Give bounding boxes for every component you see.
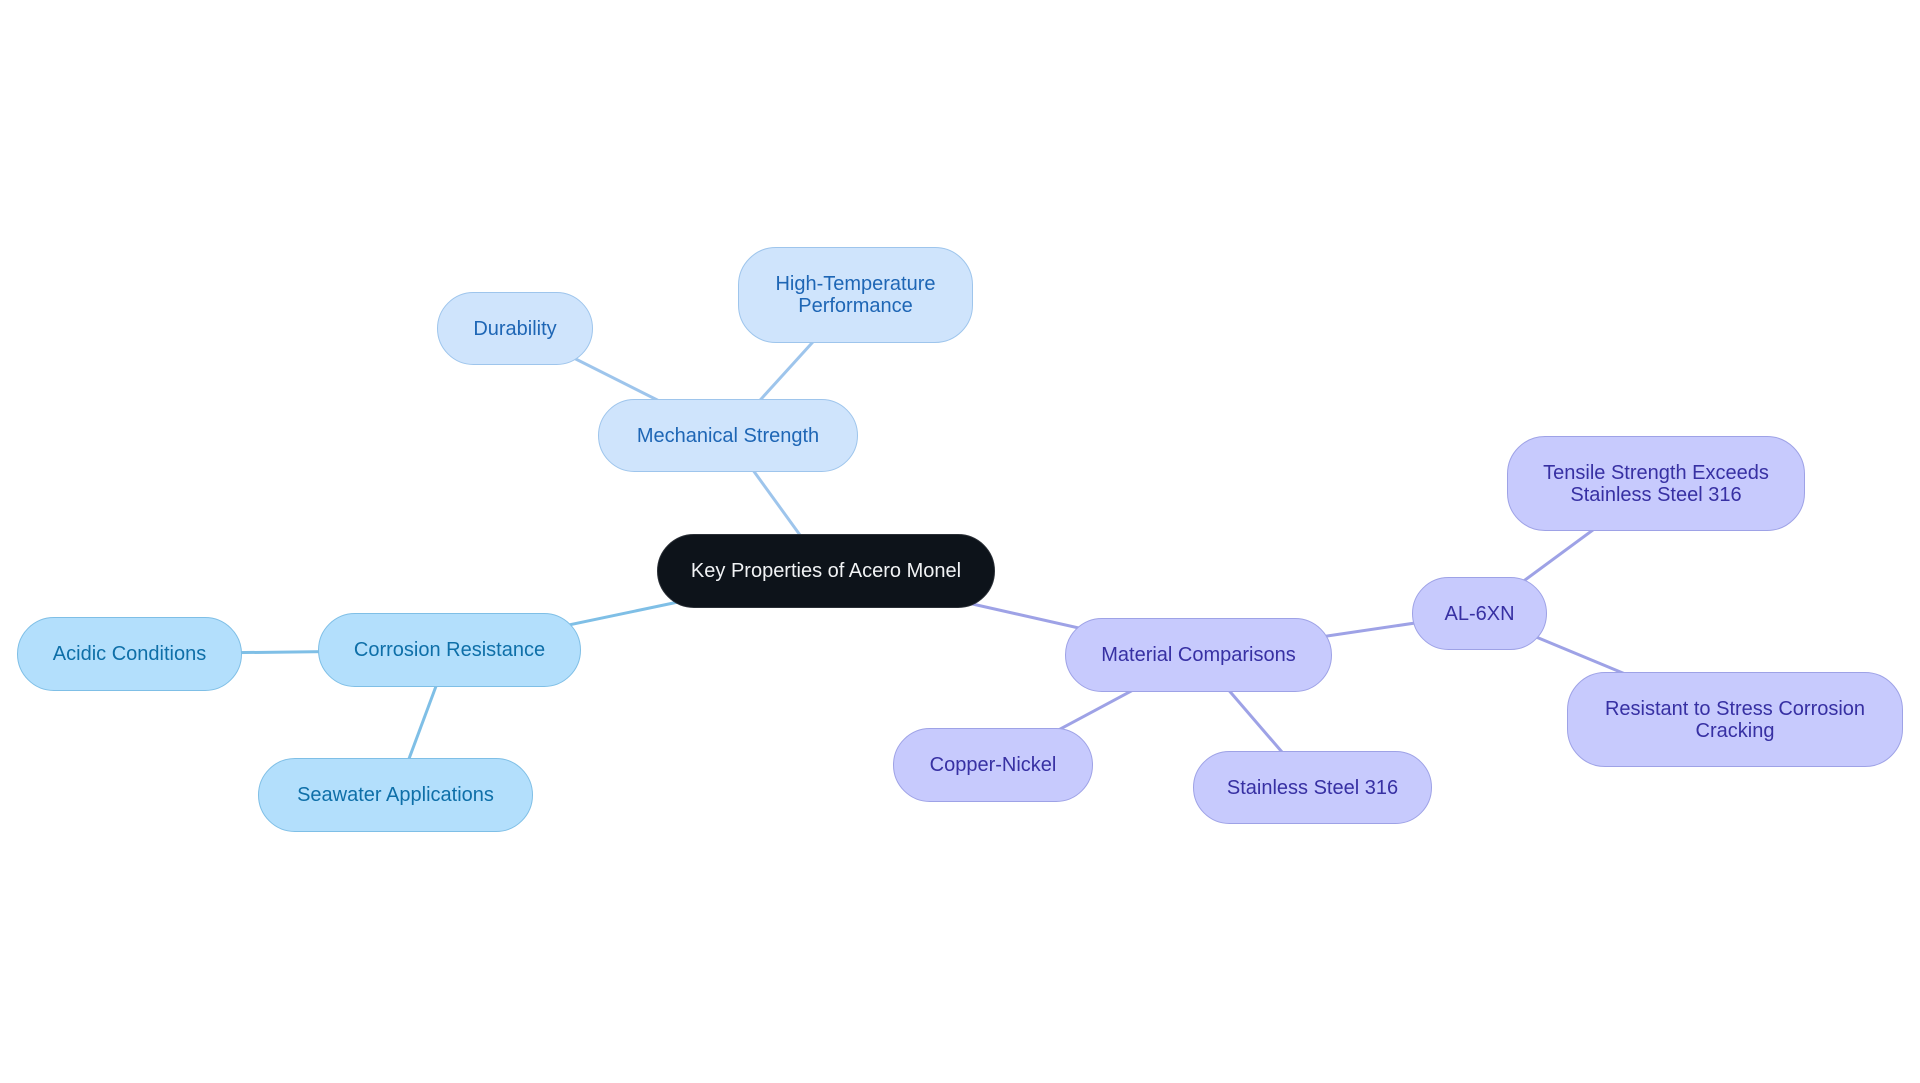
node-label: AL-6XN <box>1444 602 1515 625</box>
node-material-comparisons[interactable]: Material Comparisons <box>1065 618 1332 692</box>
node-al-6xn[interactable]: AL-6XN <box>1412 577 1547 650</box>
node-tensile-strength-exceeds-ss316[interactable]: Tensile Strength Exceeds Stainless Steel… <box>1507 436 1805 531</box>
node-label: Corrosion Resistance <box>353 639 546 661</box>
node-acidic-conditions[interactable]: Acidic Conditions <box>17 617 242 691</box>
node-corrosion-resistance[interactable]: Corrosion Resistance <box>318 613 581 687</box>
node-label: High-Temperature Performance <box>775 273 936 317</box>
node-label: Stainless Steel 316 <box>1226 776 1399 799</box>
node-label: Material Comparisons <box>1101 644 1296 666</box>
node-high-temperature-performance[interactable]: High-Temperature Performance <box>738 247 973 343</box>
node-label: Durability <box>473 317 557 340</box>
node-label: Copper-Nickel <box>929 754 1057 776</box>
node-label: Acidic Conditions <box>52 643 207 665</box>
node-copper-nickel[interactable]: Copper-Nickel <box>893 728 1093 802</box>
node-durability[interactable]: Durability <box>437 292 593 365</box>
node-seawater-applications[interactable]: Seawater Applications <box>258 758 533 832</box>
node-label: Mechanical Strength <box>636 424 820 447</box>
node-label: Tensile Strength Exceeds Stainless Steel… <box>1543 461 1769 506</box>
node-mechanical-strength[interactable]: Mechanical Strength <box>598 399 858 472</box>
node-label: Seawater Applications <box>297 784 494 806</box>
node-label: Resistant to Stress Corrosion Cracking <box>1604 697 1866 742</box>
node-resistant-to-stress-corrosion-cracking[interactable]: Resistant to Stress Corrosion Cracking <box>1567 672 1903 767</box>
root-node-label: Key Properties of Acero Monel <box>690 560 962 582</box>
root-node[interactable]: Key Properties of Acero Monel <box>657 534 995 608</box>
node-stainless-steel-316[interactable]: Stainless Steel 316 <box>1193 751 1432 824</box>
